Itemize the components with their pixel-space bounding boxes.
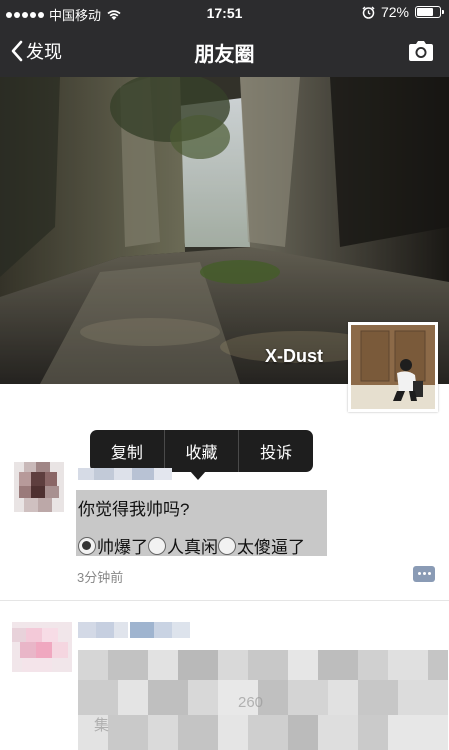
option-3: 太傻逼了 — [218, 533, 305, 558]
battery-fill — [417, 8, 433, 16]
post-divider — [0, 600, 449, 601]
radio-checked-icon — [78, 536, 96, 555]
alarm-icon — [362, 5, 375, 19]
battery-percent: 72% — [380, 4, 409, 20]
page-title: 朋友圈 — [194, 44, 255, 66]
camera-icon[interactable] — [407, 40, 435, 62]
option-label: 太傻逼了 — [237, 538, 305, 557]
post2-avatar-blurred[interactable] — [12, 622, 72, 672]
status-right: 72% — [362, 4, 444, 20]
post-avatar[interactable] — [14, 462, 64, 512]
option-1: 帅爆了 — [78, 533, 148, 558]
post2-content-blurred[interactable]: 260 集 — [78, 650, 448, 750]
back-label: 发现 — [26, 42, 62, 62]
status-bar: 中国移动 17:51 72% — [0, 0, 449, 26]
carrier-label: 中国移动 — [49, 8, 102, 23]
back-button[interactable]: 发现 — [10, 38, 62, 64]
profile-avatar-image — [351, 325, 435, 409]
post-options: 帅爆了 人真闲 太傻逼了 — [78, 533, 305, 558]
post-timestamp: 3分钟前 — [77, 570, 124, 585]
status-left: 中国移动 — [6, 5, 122, 24]
context-menu-arrow — [190, 471, 206, 480]
post2-author-name-blurred[interactable] — [78, 622, 190, 638]
radio-unchecked-icon — [218, 536, 236, 555]
option-label: 帅爆了 — [97, 538, 148, 557]
post-author-name-blurred[interactable] — [78, 464, 174, 482]
profile-avatar[interactable] — [348, 322, 438, 412]
cover-username: X-Dust — [265, 346, 323, 366]
battery-icon — [415, 6, 444, 18]
menu-item-report[interactable]: 投诉 — [239, 430, 313, 472]
wifi-icon — [107, 9, 121, 20]
menu-item-favorite[interactable]: 收藏 — [165, 430, 239, 472]
option-label: 人真闲 — [167, 538, 218, 557]
comment-icon[interactable] — [413, 566, 435, 582]
option-2: 人真闲 — [148, 533, 218, 558]
chevron-left-icon — [11, 40, 23, 62]
post2-faint-text: 260 — [238, 694, 264, 711]
signal-strength-icon — [6, 11, 44, 18]
post-content-selected[interactable]: 你觉得我帅吗? 帅爆了 人真闲 太傻逼了 — [76, 490, 327, 558]
post2-faint-text: 集 — [94, 717, 110, 734]
post-text: 你觉得我帅吗? — [78, 500, 190, 519]
nav-bar: 发现 朋友圈 — [0, 26, 449, 77]
post-avatar-image — [14, 462, 64, 512]
radio-unchecked-icon — [148, 536, 166, 555]
